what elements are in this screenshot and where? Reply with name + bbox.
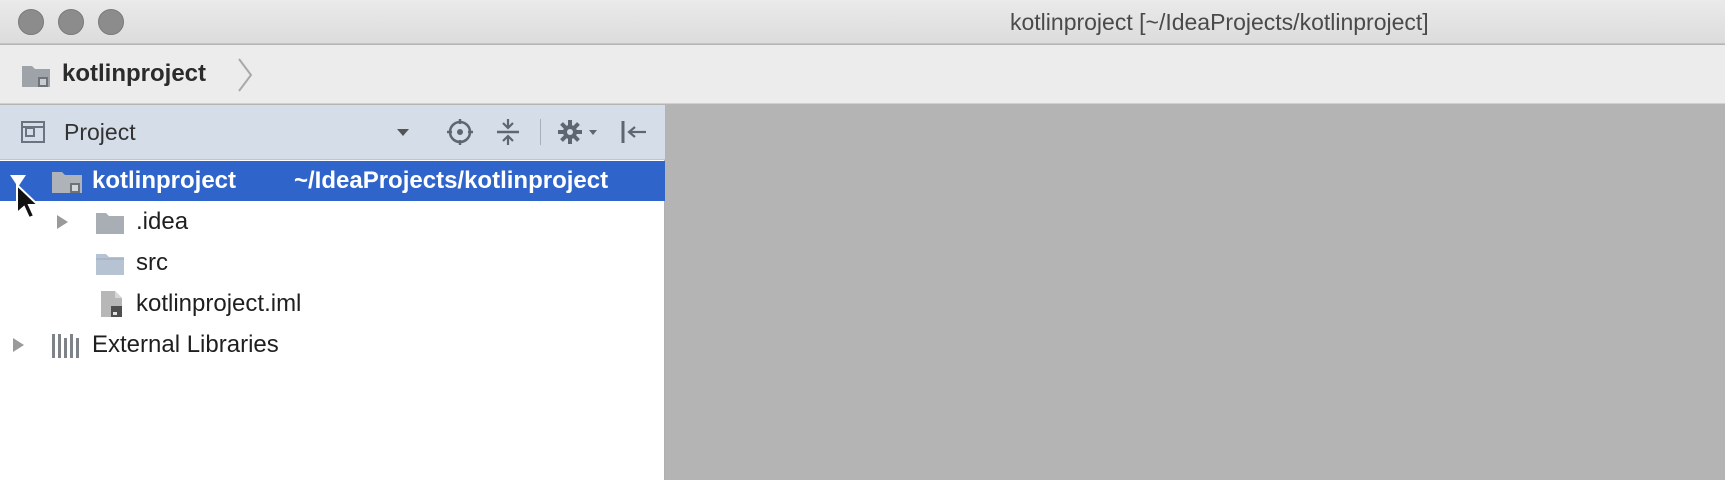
breadcrumb-project[interactable]: kotlinproject — [62, 60, 206, 88]
tree-item-idea[interactable]: .idea — [0, 202, 665, 242]
tree-item-label: External Libraries — [92, 331, 279, 358]
tree-item-kotlinproject[interactable]: kotlinproject ~/IdeaProjects/kotlinproje… — [0, 161, 665, 201]
collapsed-arrow-icon[interactable] — [8, 335, 28, 355]
tree-item-label: kotlinproject.iml — [136, 290, 302, 317]
settings-button[interactable] — [556, 115, 600, 149]
header-divider — [540, 119, 541, 145]
tree-item-src[interactable]: src — [0, 243, 665, 283]
view-dropdown-button[interactable] — [390, 115, 416, 149]
project-tool-window: Project kotlinproject ~/IdeaProjects/kot… — [0, 105, 665, 480]
collapse-all-button[interactable] — [492, 115, 524, 149]
project-folder-icon — [22, 66, 50, 87]
collapsed-arrow-icon[interactable] — [52, 212, 72, 232]
iml-file-icon — [101, 291, 122, 317]
navigation-bar: kotlinproject — [0, 45, 1725, 104]
close-window-button[interactable] — [18, 9, 44, 35]
hide-panel-button[interactable] — [616, 115, 650, 149]
dropdown-arrow-icon — [397, 129, 409, 136]
zoom-window-button[interactable] — [98, 9, 124, 35]
hide-panel-icon — [621, 121, 646, 143]
project-folder-icon — [52, 172, 82, 193]
project-panel-header: Project — [0, 105, 665, 160]
mouse-pointer-icon — [16, 183, 41, 220]
gear-icon — [558, 120, 597, 144]
editor-area[interactable] — [666, 105, 1725, 480]
tree-item-path: ~/IdeaProjects/kotlinproject — [294, 167, 609, 194]
project-panel-title[interactable]: Project — [64, 119, 136, 146]
tree-item-label: kotlinproject — [92, 167, 237, 194]
tree-item-label: src — [136, 249, 168, 276]
library-icon — [52, 334, 79, 358]
project-view-icon — [21, 121, 45, 143]
window-title: kotlinproject [~/IdeaProjects/kotlinproj… — [1010, 9, 1429, 35]
locate-target-icon — [447, 119, 473, 145]
tree-item-kotlinproject-iml[interactable]: kotlinproject.iml — [0, 284, 665, 324]
window-titlebar: kotlinproject [~/IdeaProjects/kotlinproj… — [0, 0, 1725, 44]
breadcrumb-chevron-icon — [238, 58, 253, 92]
tree-item-label: .idea — [136, 208, 189, 235]
collapse-all-icon — [497, 119, 519, 145]
tree-item-external-libraries[interactable]: External Libraries — [0, 325, 665, 365]
folder-icon — [96, 213, 124, 234]
locate-file-button[interactable] — [444, 115, 476, 149]
minimize-window-button[interactable] — [58, 9, 84, 35]
source-folder-icon — [96, 254, 124, 275]
